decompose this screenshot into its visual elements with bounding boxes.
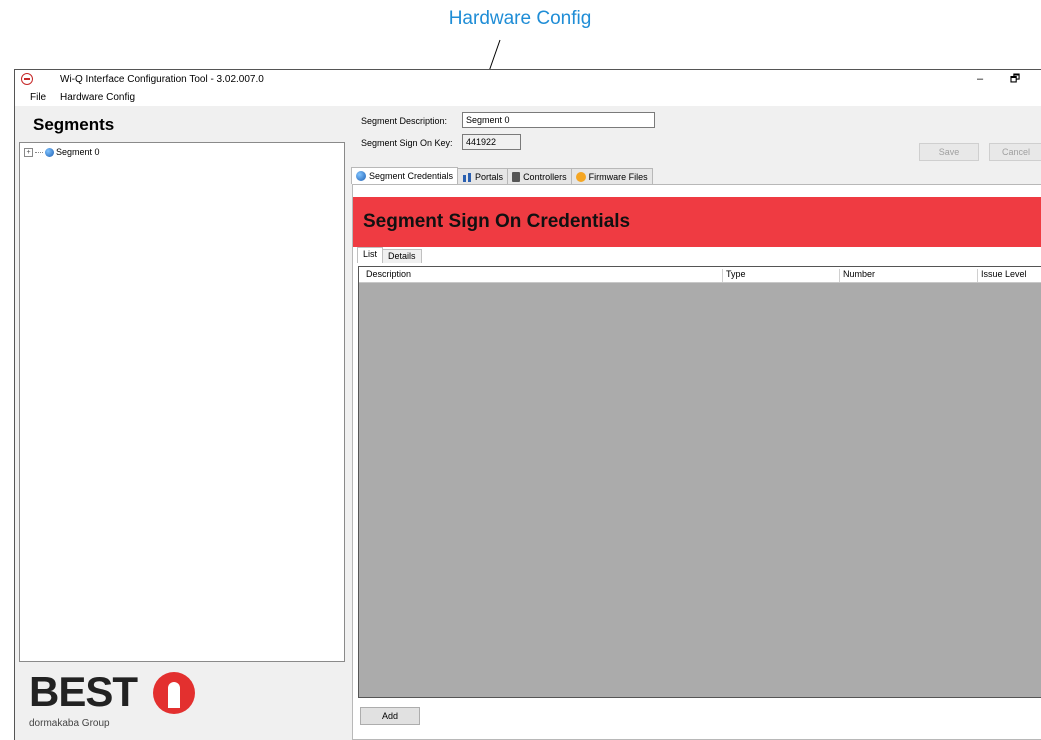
expand-icon[interactable]: + bbox=[24, 147, 33, 157]
cancel-button[interactable]: Cancel bbox=[989, 143, 1041, 161]
column-description[interactable]: Description bbox=[363, 269, 721, 282]
globe-icon bbox=[356, 171, 366, 181]
main-tabs: Segment Credentials Portals Controllers … bbox=[351, 167, 653, 185]
subtab-list[interactable]: List bbox=[357, 247, 384, 263]
tab-label: Controllers bbox=[523, 171, 567, 182]
menu-hardware-config[interactable]: Hardware Config bbox=[60, 92, 135, 103]
tree-connector bbox=[35, 151, 43, 153]
grid-header: Description Type Number Issue Level bbox=[359, 267, 1041, 283]
tab-label: Segment Credentials bbox=[369, 171, 454, 181]
save-button[interactable]: Save bbox=[919, 143, 979, 161]
title-bar: Wi-Q Interface Configuration Tool - 3.02… bbox=[15, 70, 1041, 90]
app-window: Wi-Q Interface Configuration Tool - 3.02… bbox=[14, 69, 1041, 740]
credentials-panel: Segment Sign On Credentials List Details… bbox=[352, 184, 1041, 740]
tab-label: Portals bbox=[475, 171, 504, 182]
tab-segment-credentials[interactable]: Segment Credentials bbox=[351, 167, 459, 184]
logo-subtitle: dormakaba Group bbox=[29, 718, 110, 729]
segment-description-field[interactable]: Segment 0 bbox=[462, 112, 655, 128]
tab-label: Firmware Files bbox=[588, 171, 648, 182]
tab-controllers[interactable]: Controllers bbox=[507, 168, 572, 184]
segments-title: Segments bbox=[33, 115, 115, 134]
minimize-button[interactable]: – bbox=[965, 70, 995, 90]
subtab-details[interactable]: Details bbox=[382, 249, 422, 263]
firmware-icon bbox=[575, 171, 586, 182]
logo-mark-icon bbox=[153, 672, 195, 714]
segments-tree[interactable]: + Segment 0 bbox=[19, 142, 345, 662]
tree-item-segment-0[interactable]: + Segment 0 bbox=[24, 147, 100, 157]
restore-button[interactable]: 🗗 bbox=[1000, 70, 1030, 90]
column-type[interactable]: Type bbox=[722, 269, 836, 282]
menu-file[interactable]: File bbox=[30, 92, 46, 103]
tab-portals[interactable]: Portals bbox=[457, 168, 509, 184]
tab-firmware-files[interactable]: Firmware Files bbox=[570, 168, 653, 184]
app-icon bbox=[21, 73, 33, 85]
tree-item-label: Segment 0 bbox=[56, 147, 100, 157]
window-title: Wi-Q Interface Configuration Tool - 3.02… bbox=[60, 74, 264, 85]
globe-icon bbox=[45, 147, 54, 157]
controller-icon bbox=[512, 171, 521, 182]
credentials-grid[interactable]: Description Type Number Issue Level bbox=[358, 266, 1041, 698]
banner-title: Segment Sign On Credentials bbox=[363, 211, 631, 232]
portal-icon bbox=[462, 171, 473, 182]
callout-label: Hardware Config bbox=[448, 8, 592, 29]
logo-brand: BEST bbox=[29, 668, 138, 715]
segment-description-label: Segment Description: bbox=[361, 116, 448, 126]
segment-signon-key-label: Segment Sign On Key: bbox=[361, 138, 453, 148]
add-button[interactable]: Add bbox=[360, 707, 420, 725]
column-number[interactable]: Number bbox=[839, 269, 973, 282]
section-banner: Segment Sign On Credentials bbox=[353, 197, 1041, 247]
sub-tabs: List Details bbox=[357, 247, 422, 263]
column-issue-level[interactable]: Issue Level bbox=[977, 269, 1041, 282]
best-logo: BEST dormakaba Group bbox=[29, 668, 195, 729]
segment-signon-key-field[interactable]: 441922 bbox=[462, 134, 521, 150]
menu-bar: File Hardware Config bbox=[15, 90, 1041, 106]
